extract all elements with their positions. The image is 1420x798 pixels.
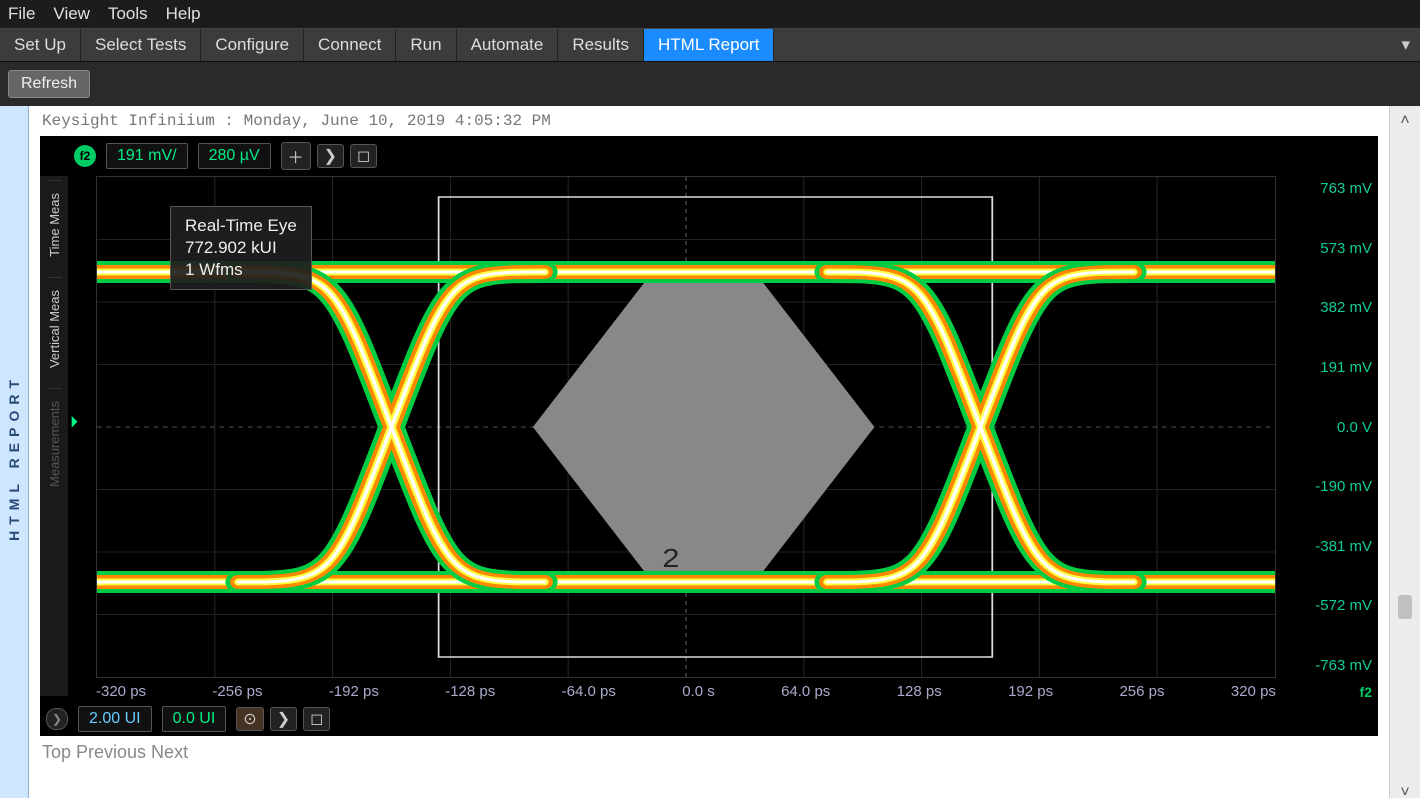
y-tick: 763 mV [1282,180,1372,197]
side-tab-time-meas[interactable]: Time Meas [47,180,62,269]
next-icon[interactable]: ❯ [270,707,297,731]
tab-connect[interactable]: Connect [304,29,396,61]
next-icon[interactable]: ❯ [317,144,344,168]
eye-info-kui: 772.902 kUI [185,237,297,259]
eye-info-title: Real-Time Eye [185,215,297,237]
menu-bar: File View Tools Help [0,0,1420,29]
x-tick: 320 ps [1231,683,1276,700]
x-axis-ticks: -320 ps -256 ps -192 ps -128 ps -64.0 ps… [96,683,1276,700]
zoom-plus-icon[interactable]: ＋ [281,142,311,170]
tab-automate[interactable]: Automate [457,29,559,61]
y-tick: -190 mV [1282,478,1372,495]
vertical-offset-field[interactable]: 280 µV [198,143,271,169]
channel-badge[interactable]: f2 [74,145,96,167]
x-tick: -256 ps [212,683,262,700]
tab-run[interactable]: Run [396,29,456,61]
tab-overflow-caret-icon[interactable]: ▾ [1391,29,1420,61]
eye-info-box: Real-Time Eye 772.902 kUI 1 Wfms [170,206,312,290]
toolbar: Refresh [0,62,1420,106]
menu-help[interactable]: Help [166,4,201,24]
scroll-up-icon[interactable]: ˄ [1400,112,1409,130]
scope-side-tabs: Time Meas Vertical Meas Measurements [40,176,68,696]
popout-icon[interactable]: ◻ [303,707,330,731]
vertical-scale-field[interactable]: 191 mV/ [106,143,188,169]
y-tick: -381 mV [1282,538,1372,555]
channel-indicator-right: f2 [1360,684,1372,700]
tab-results[interactable]: Results [558,29,644,61]
scope-screenshot: f2 191 mV/ 280 µV ＋ ❯ ◻ Time Meas Vertic… [40,136,1378,736]
ground-marker-icon[interactable]: ⏵ [70,414,78,432]
y-tick: -763 mV [1282,657,1372,674]
x-tick: 0.0 s [682,683,715,700]
tab-html-report[interactable]: HTML Report [644,29,774,61]
scroll-down-icon[interactable]: ˅ [1400,784,1409,798]
y-tick: 191 mV [1282,359,1372,376]
tab-configure[interactable]: Configure [201,29,304,61]
report-document: Keysight Infiniium : Monday, June 10, 20… [32,106,1386,798]
scope-bottom-controls: ❯ 2.00 UI 0.0 UI ⊙ ❯ ◻ [46,706,330,732]
y-tick: 0.0 V [1282,419,1372,436]
x-tick: 128 ps [897,683,942,700]
expand-handle-icon[interactable]: ❯ [46,708,68,730]
report-nav[interactable]: Top Previous Next [32,736,1386,769]
tab-bar: Set Up Select Tests Configure Connect Ru… [0,29,1420,62]
horizontal-delay-field[interactable]: 0.0 UI [162,706,227,732]
menu-view[interactable]: View [53,4,90,24]
vertical-scrollbar[interactable]: ˄ ˅ [1389,106,1420,798]
y-axis-ticks: 763 mV 573 mV 382 mV 191 mV 0.0 V -190 m… [1282,176,1372,678]
x-tick: 64.0 ps [781,683,830,700]
tab-select-tests[interactable]: Select Tests [81,29,201,61]
x-tick: 256 ps [1119,683,1164,700]
x-tick: -128 ps [445,683,495,700]
report-timestamp: Keysight Infiniium : Monday, June 10, 20… [32,106,1386,136]
horizontal-scale-field[interactable]: 2.00 UI [78,706,152,732]
x-tick: -64.0 ps [562,683,616,700]
x-tick: 192 ps [1008,683,1053,700]
side-label[interactable]: HTML REPORT [0,106,29,798]
menu-file[interactable]: File [8,4,35,24]
markers-icon[interactable]: ⊙ [236,707,263,731]
side-tab-measurements[interactable]: Measurements [47,388,62,499]
scroll-thumb[interactable] [1398,595,1412,619]
refresh-button[interactable]: Refresh [8,70,90,98]
y-tick: 382 mV [1282,299,1372,316]
tab-setup[interactable]: Set Up [0,29,81,61]
x-tick: -192 ps [329,683,379,700]
side-tab-vertical-meas[interactable]: Vertical Meas [47,277,62,380]
menu-tools[interactable]: Tools [108,4,148,24]
x-tick: -320 ps [96,683,146,700]
side-label-text: HTML REPORT [6,374,22,541]
content-area: HTML REPORT Keysight Infiniium : Monday,… [0,106,1420,798]
eye-info-wfms: 1 Wfms [185,259,297,281]
y-tick: 573 mV [1282,240,1372,257]
scope-top-controls: f2 191 mV/ 280 µV ＋ ❯ ◻ [74,142,377,170]
popout-icon[interactable]: ◻ [350,144,377,168]
mask-label: 2 [662,544,679,573]
y-tick: -572 mV [1282,597,1372,614]
